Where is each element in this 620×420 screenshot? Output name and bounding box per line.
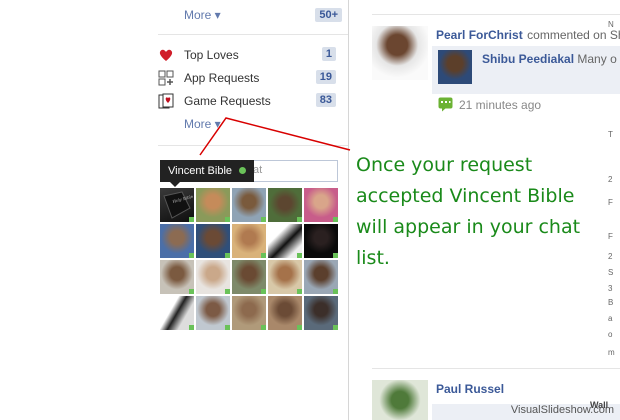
annotation-text: Once your request accepted Vincent Bible… <box>356 154 581 269</box>
watermark: VisualSlideshow.com <box>510 404 614 416</box>
